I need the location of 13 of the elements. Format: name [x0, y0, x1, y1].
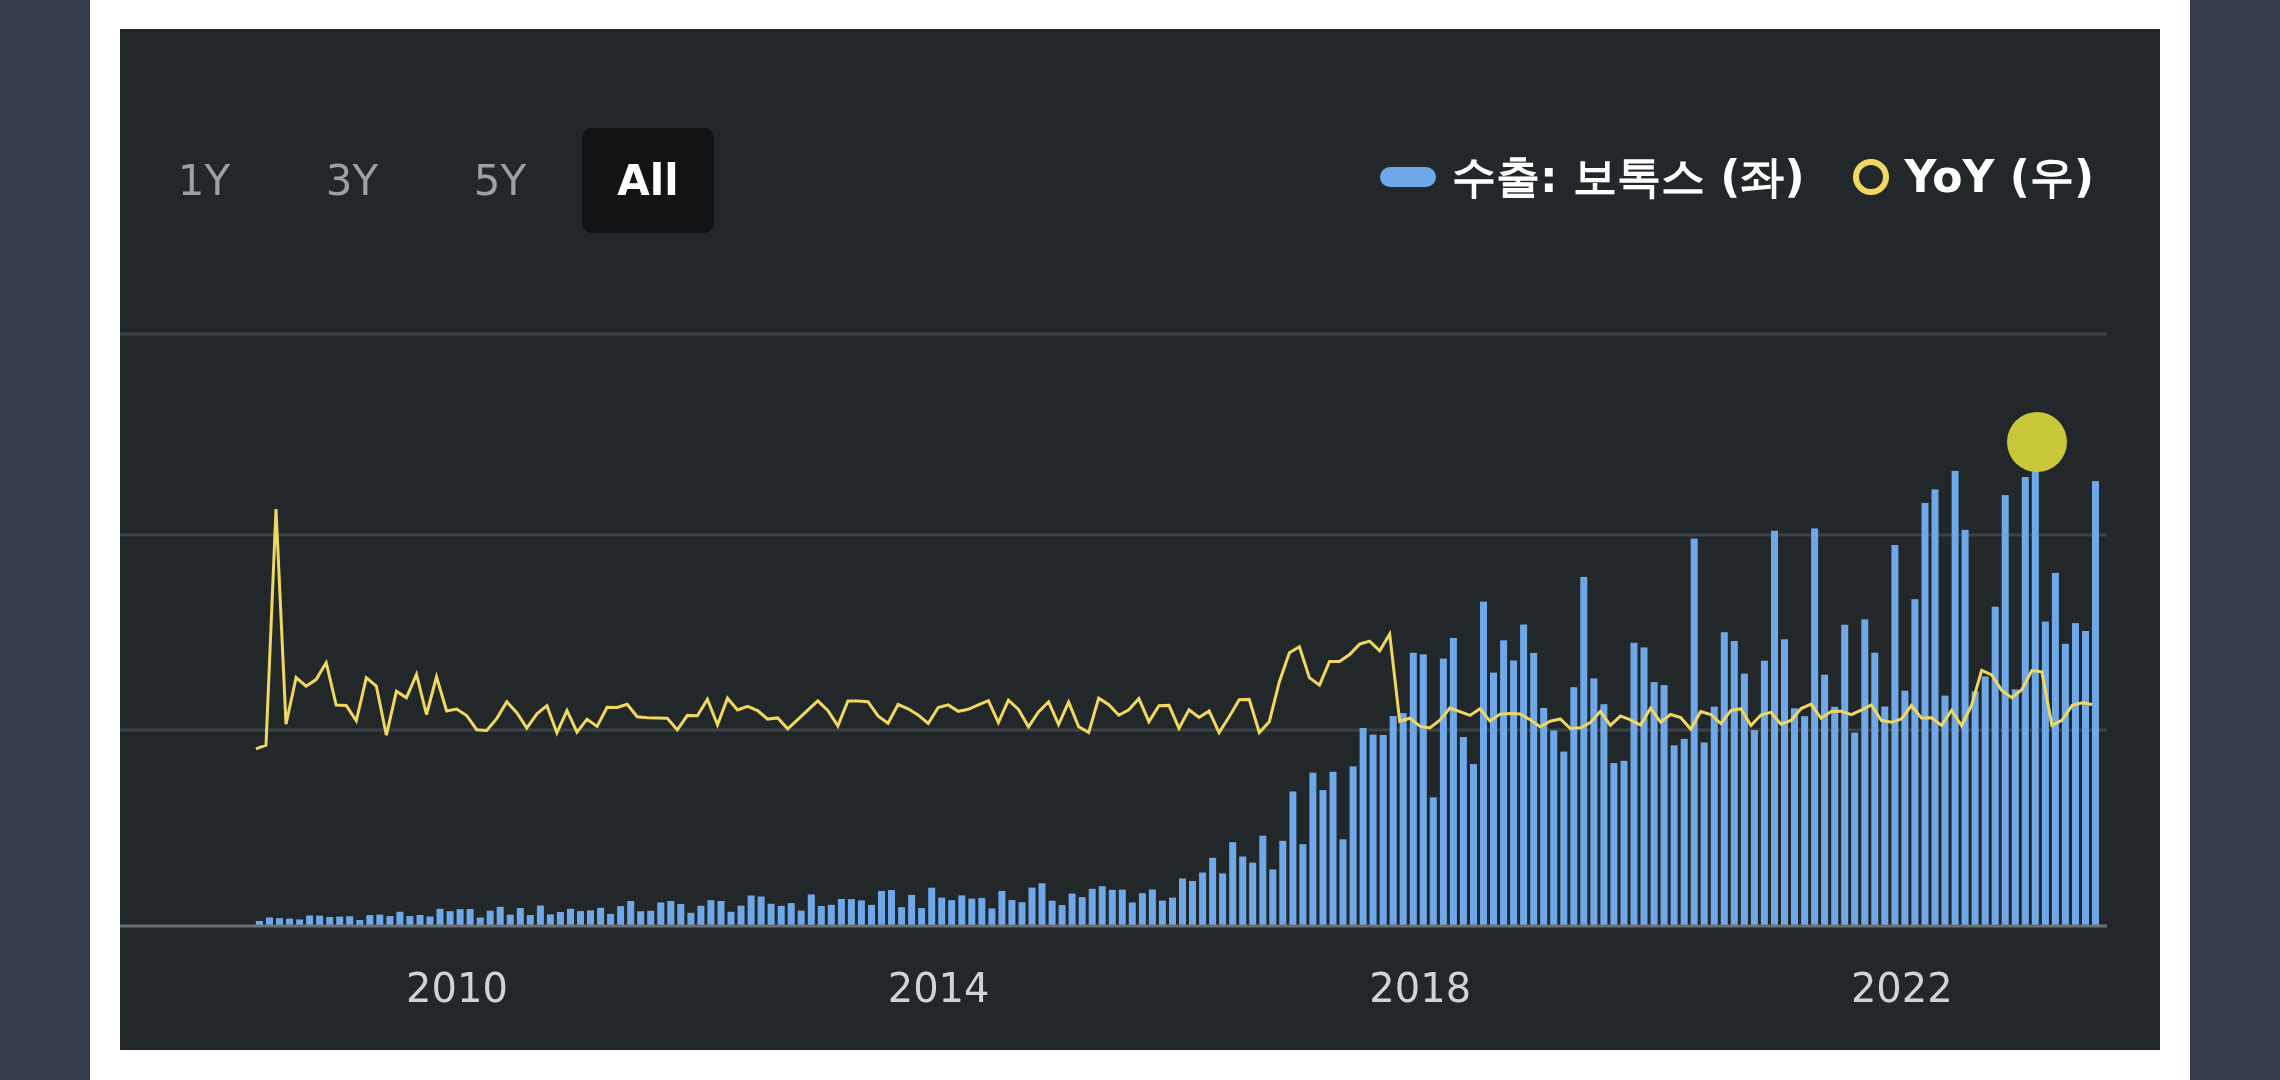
range-tab[interactable]: All [582, 128, 714, 233]
axis-label: 2010 [406, 965, 508, 1011]
legend-label: 수출: 보톡스 (좌) [1452, 150, 1805, 204]
range-tab[interactable]: 3Y [286, 128, 418, 233]
hover-marker [2007, 412, 2067, 472]
range-tab[interactable]: 5Y [434, 128, 566, 233]
axis-label: 2018 [1369, 965, 1472, 1011]
circle-legend-icon [1852, 159, 1889, 195]
range-tab[interactable]: 1Y [138, 128, 270, 233]
bar-legend-icon [1380, 167, 1437, 187]
axis-label: 2022 [1850, 965, 1953, 1011]
legend-label: YoY (우) [1904, 150, 2094, 204]
axis-label: 2014 [887, 965, 990, 1011]
